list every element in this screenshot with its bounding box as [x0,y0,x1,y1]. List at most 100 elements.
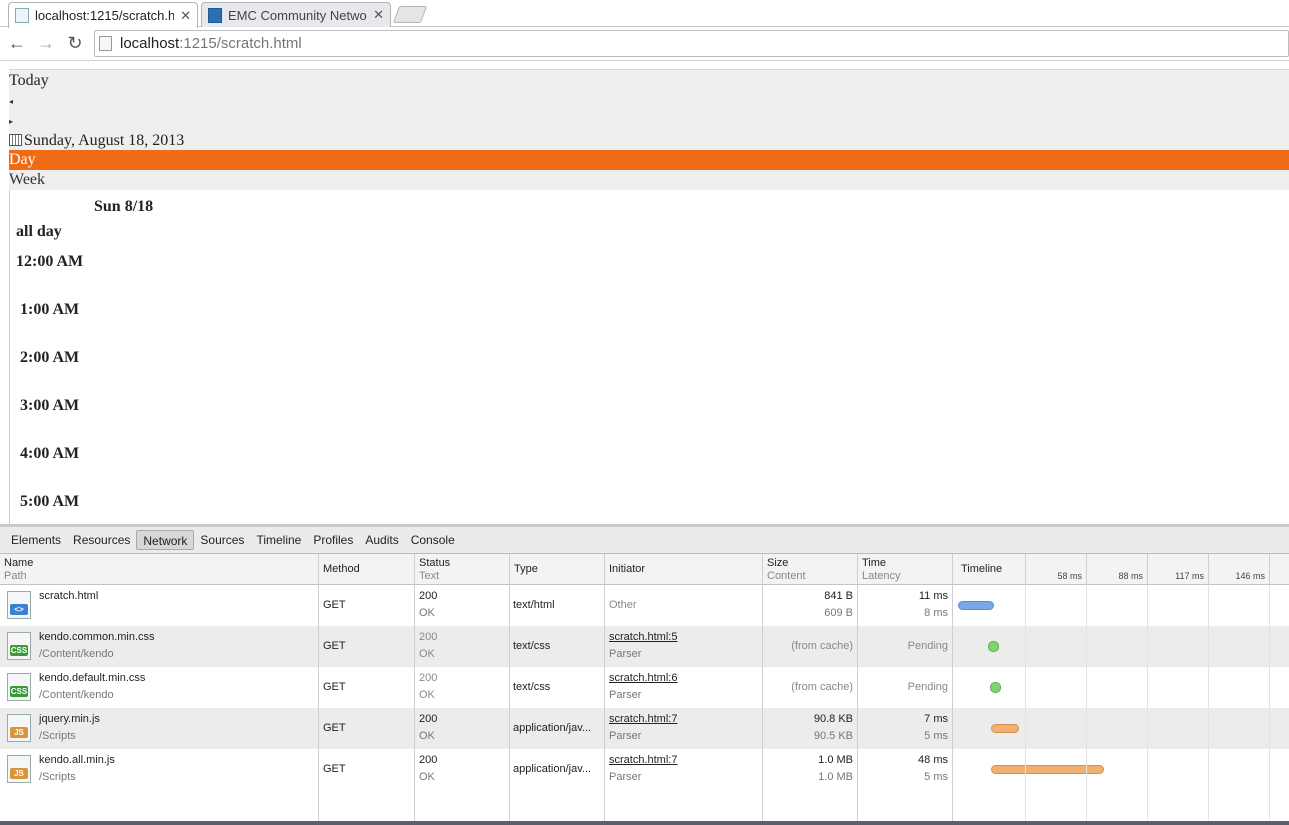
browser-tab-emc[interactable]: EMC Community Network ✕ [201,2,391,27]
file-type-tag: JS [10,727,28,738]
url-host: localhost [120,35,180,52]
request-path: /Scripts [39,771,76,783]
request-initiator-cell[interactable]: scratch.html:7 Parser [609,708,759,749]
tab-resources[interactable]: Resources [67,530,136,550]
request-type: text/html [513,599,555,611]
column-size-label: Size [767,557,789,569]
initiator-link[interactable]: scratch.html:7 [609,754,677,766]
column-status[interactable]: Status Text [415,554,510,585]
view-week-button[interactable]: Week [9,170,1289,190]
column-latency-label: Latency [862,570,901,582]
request-size-cell: 1.0 MB 1.0 MB [763,749,857,790]
time-label: 1:00 AM [20,301,80,318]
request-name-cell[interactable]: <> scratch.html [0,585,318,626]
request-time: Pending [907,681,948,693]
request-method: GET [323,681,346,693]
timeline-division: 117 ms [1148,554,1209,585]
request-name-cell[interactable]: CSS kendo.common.min.css/Content/kendo [0,626,318,667]
request-latency: 8 ms [924,607,948,619]
network-request-row[interactable]: CSS kendo.common.min.css/Content/kendo GET… [0,626,1289,667]
column-timeline[interactable]: Timeline [953,554,1026,585]
tab-timeline[interactable]: Timeline [250,530,307,550]
js-file-icon: JS [7,714,31,742]
request-time-cell: 11 ms 8 ms [858,585,952,626]
allday-label: all day [16,223,62,240]
browser-tabstrip: localhost:1215/scratch.htm ✕ EMC Communi… [0,0,1289,28]
address-bar[interactable]: localhost:1215/scratch.html [94,30,1289,57]
back-arrow-icon[interactable]: ← [6,32,28,54]
network-request-row[interactable]: <> scratch.html GET 200 OK text/html Other 841 … [0,585,1289,626]
timeline-tick: 88 ms [1118,571,1143,581]
request-path: /Content/kendo [39,689,114,701]
forward-arrow-icon[interactable]: → [35,32,57,54]
column-initiator[interactable]: Initiator [605,554,763,585]
view-day-button[interactable]: Day [9,150,1289,170]
request-name-cell[interactable]: JS jquery.min.js/Scripts [0,708,318,749]
column-time[interactable]: Time Latency [858,554,953,585]
tab-audits[interactable]: Audits [359,530,404,550]
request-name-cell[interactable]: JS kendo.all.min.js/Scripts [0,749,318,790]
js-file-icon: JS [7,755,31,783]
column-type[interactable]: Type [510,554,605,585]
tab-network[interactable]: Network [136,530,195,550]
request-method: GET [323,722,346,734]
request-size: 90.8 KB [813,713,853,725]
column-divider [509,585,510,821]
request-initiator-cell[interactable]: scratch.html:5 Parser [609,626,759,667]
column-method[interactable]: Method [319,554,415,585]
current-date[interactable]: Sunday, August 18, 2013 [9,132,1289,150]
page-icon [15,8,29,23]
initiator-link[interactable]: scratch.html:7 [609,713,677,725]
prev-arrow-icon[interactable]: ◂ [9,97,1289,106]
tab-console[interactable]: Console [405,530,461,550]
request-status-text: OK [419,689,435,701]
timeline-division: 88 ms [1087,554,1148,585]
tab-profiles[interactable]: Profiles [307,530,359,550]
tab-sources[interactable]: Sources [194,530,250,550]
initiator-link[interactable]: scratch.html:5 [609,631,677,643]
html-file-icon: <> [7,591,31,619]
timeline-gridline [1269,585,1270,821]
browser-tab-scratch[interactable]: localhost:1215/scratch.htm ✕ [8,2,198,28]
request-time: 11 ms [918,590,948,602]
column-content-label: Content [767,570,806,582]
request-name: kendo.all.min.js [39,754,115,766]
time-label: 4:00 AM [20,445,80,462]
tab-title: EMC Community Network [228,7,368,23]
tab-elements[interactable]: Elements [5,530,67,550]
request-status-cell: 200 OK [419,749,509,790]
today-button[interactable]: Today [9,72,1289,90]
network-request-row[interactable]: JS jquery.min.js/Scripts GET 200 OK applicati… [0,708,1289,749]
request-method: GET [323,640,346,652]
timeline-bar [988,641,999,652]
tab-title: localhost:1215/scratch.htm [35,8,174,23]
close-icon[interactable]: ✕ [373,7,384,23]
timeline-gridline [1208,585,1209,821]
reload-icon[interactable]: ↻ [64,32,86,54]
network-request-row[interactable]: CSS kendo.default.min.css/Content/kendo GE… [0,667,1289,708]
initiator-link[interactable]: scratch.html:6 [609,672,677,684]
initiator-type: Parser [609,771,642,783]
column-size[interactable]: Size Content [763,554,858,585]
request-initiator-cell[interactable]: scratch.html:7 Parser [609,749,759,790]
request-name-cell[interactable]: CSS kendo.default.min.css/Content/kendo [0,667,318,708]
request-method: GET [323,763,346,775]
column-name[interactable]: Name Path [0,554,319,585]
time-label: 3:00 AM [20,397,80,414]
request-size: (from cache) [791,640,853,652]
request-time: 48 ms [918,754,948,766]
timeline-division: 58 ms [1026,554,1087,585]
devtools-panel: Elements Resources Network Sources Timel… [0,524,1289,825]
request-initiator-cell[interactable]: scratch.html:6 Parser [609,667,759,708]
network-request-row[interactable]: JS kendo.all.min.js/Scripts GET 200 OK applic… [0,749,1289,790]
request-status-cell: 200 OK [419,626,509,667]
new-tab-button[interactable] [392,6,428,23]
request-type: text/css [513,640,551,652]
column-time-label: Time [862,557,887,569]
request-time: 7 ms [924,713,948,725]
request-status: 200 [419,672,438,684]
request-size: 1.0 MB [818,754,853,766]
network-table-header: Name Path Method Status Text Type Initiato… [0,554,1289,585]
next-arrow-icon[interactable]: ▸ [9,117,1289,126]
close-icon[interactable]: ✕ [180,8,191,24]
